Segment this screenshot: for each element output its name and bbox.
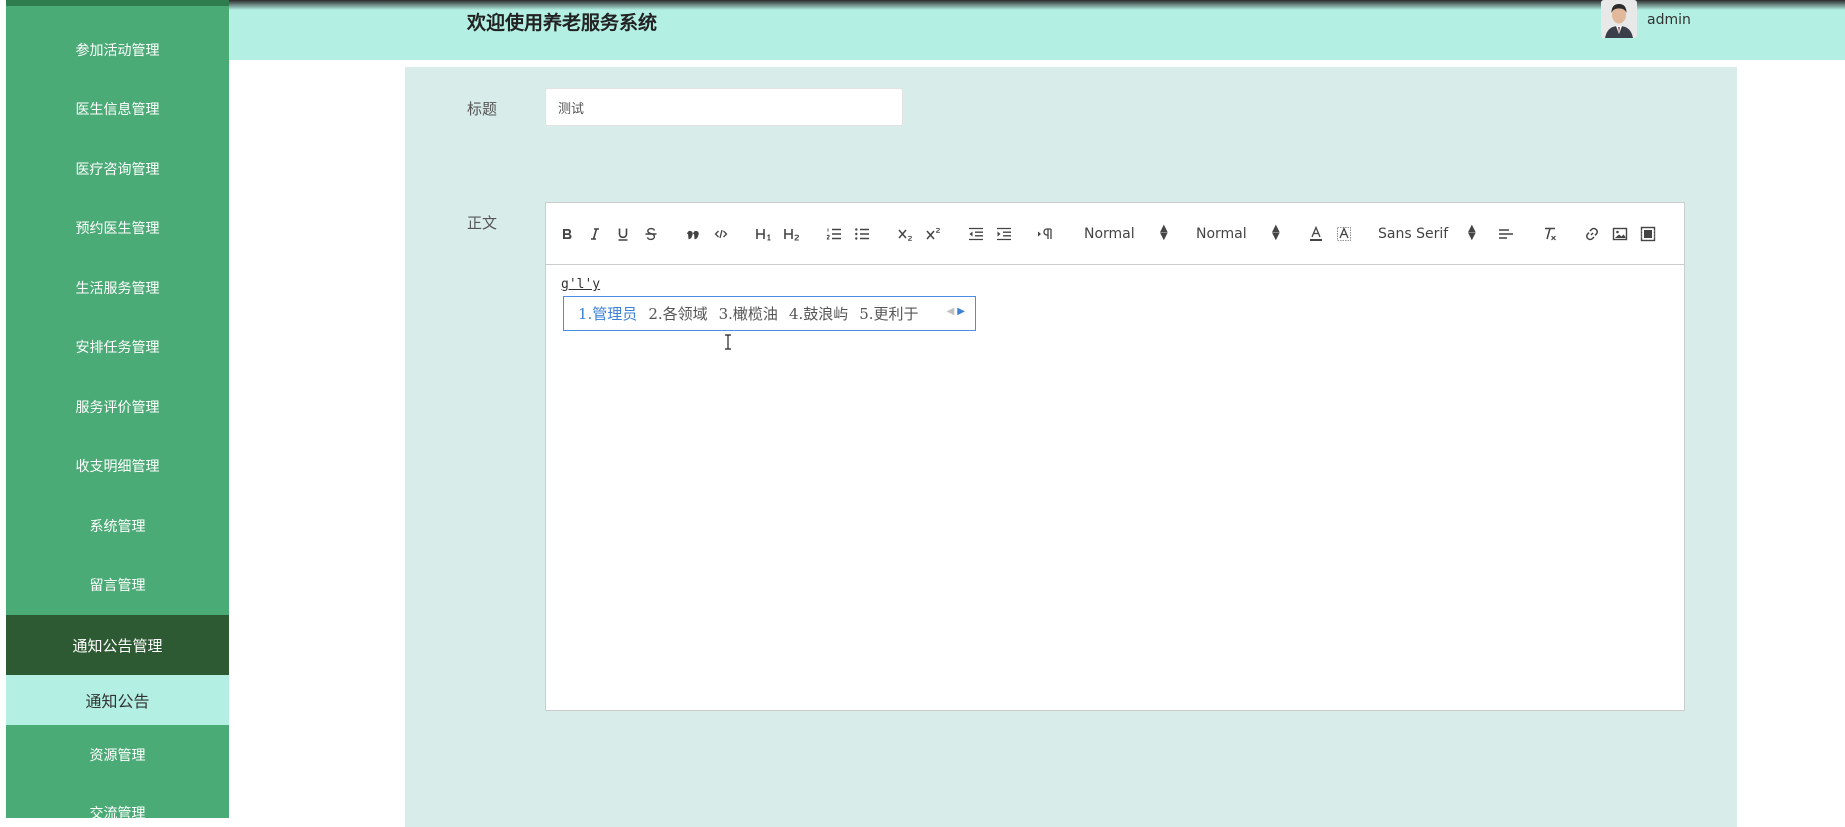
content-field-label: 正文 [467,214,498,232]
underline-icon[interactable] [614,222,632,246]
subscript-icon[interactable] [896,222,916,246]
sidebar-item-label: 资源管理 [89,748,146,764]
ime-candidate[interactable]: 5.更利于 [859,303,918,324]
header-picker[interactable]: Normal ▲ ▼ [1084,222,1174,246]
sidebar-item-service-review[interactable]: 服务评价管理 [6,382,229,432]
h1-icon[interactable] [754,222,774,246]
sidebar-item-doctor-info[interactable]: 医生信息管理 [6,84,229,134]
sidebar-item-doctor-appointment[interactable]: 预约医生管理 [6,203,229,253]
sidebar-item-label: 系统管理 [89,519,146,535]
sidebar-item-label: 交流管理 [89,806,146,818]
sidebar-item-label: 安排任务管理 [75,340,160,356]
indent-icon[interactable] [994,222,1014,246]
clean-format-icon[interactable] [1540,222,1560,246]
background-color-icon[interactable] [1334,222,1354,246]
chevron-updown-icon: ▲ ▼ [1468,223,1476,242]
ime-page-nav: ◀ ▶ [947,306,965,317]
sidebar-item-resources[interactable]: 资源管理 [6,730,229,780]
chevron-updown-icon: ▲ ▼ [1160,223,1168,242]
sidebar: 参加活动管理 医生信息管理 医疗咨询管理 预约医生管理 生活服务管理 安排任务管… [6,0,229,818]
chevron-updown-icon: ▲ ▼ [1272,223,1280,242]
text-color-icon[interactable] [1306,222,1326,246]
username[interactable]: admin [1647,12,1691,28]
sidebar-item-life-service[interactable]: 生活服务管理 [6,263,229,313]
blockquote-icon[interactable] [684,222,702,246]
title-input[interactable] [545,88,903,126]
sidebar-item-label: 服务评价管理 [75,400,160,416]
ime-prev-icon[interactable]: ◀ [947,306,955,317]
sidebar-item-label: 通知公告管理 [72,636,163,655]
top-header: 欢迎使用养老服务系统 admin [229,0,1845,60]
sidebar-subitem-notice[interactable]: 通知公告 [6,675,229,725]
page-title: 欢迎使用养老服务系统 [467,12,658,34]
superscript-icon[interactable] [924,222,944,246]
header-picker-value: Normal [1084,226,1135,242]
outdent-icon[interactable] [966,222,986,246]
editor-content-text[interactable]: g'l'y [561,277,600,292]
link-icon[interactable] [1582,222,1602,246]
bullet-list-icon[interactable] [852,222,872,246]
user-avatar-icon [1601,0,1637,38]
bold-icon[interactable] [558,222,576,246]
sidebar-item-label: 留言管理 [89,578,146,594]
title-field-label: 标题 [467,100,498,118]
sidebar-item-label: 医疗咨询管理 [75,162,160,178]
code-block-icon[interactable] [712,222,730,246]
sidebar-item-system[interactable]: 系统管理 [6,501,229,551]
ime-candidate[interactable]: 2.各领域 [648,303,707,324]
image-icon[interactable] [1610,222,1630,246]
text-cursor-icon [725,334,731,350]
sidebar-item-task-arrangement[interactable]: 安排任务管理 [6,322,229,372]
sidebar-item-label: 预约医生管理 [75,221,160,237]
ime-candidate[interactable]: 4.鼓浪屿 [789,303,848,324]
ordered-list-icon[interactable] [824,222,844,246]
sidebar-item-medical-consult[interactable]: 医疗咨询管理 [6,144,229,194]
size-picker[interactable]: Normal ▲ ▼ [1196,222,1286,246]
align-icon[interactable] [1496,222,1516,246]
sidebar-top-edge [6,0,229,6]
sidebar-item-label: 生活服务管理 [75,281,160,297]
size-picker-value: Normal [1196,226,1247,242]
ime-candidate[interactable]: 1.管理员 [578,303,637,324]
video-icon[interactable] [1638,222,1658,246]
italic-icon[interactable] [586,222,604,246]
ime-next-icon[interactable]: ▶ [957,306,965,317]
sidebar-item-label: 收支明细管理 [75,459,160,475]
ime-candidate-window: 1.管理员 2.各领域 3.橄榄油 4.鼓浪屿 5.更利于 ◀ ▶ [563,296,976,331]
ime-candidate[interactable]: 3.橄榄油 [719,303,778,324]
h2-icon[interactable] [782,222,802,246]
avatar[interactable] [1601,0,1637,38]
rich-text-editor: Normal ▲ ▼ Normal ▲ ▼ Sans Serif ▲ ▼ g'l… [545,202,1685,711]
sidebar-item-income-expense[interactable]: 收支明细管理 [6,441,229,491]
strike-icon[interactable] [642,222,660,246]
font-picker[interactable]: Sans Serif ▲ ▼ [1378,222,1478,246]
editor-toolbar: Normal ▲ ▼ Normal ▲ ▼ Sans Serif ▲ ▼ [546,203,1684,265]
sidebar-item-messages[interactable]: 留言管理 [6,560,229,610]
font-picker-value: Sans Serif [1378,226,1449,242]
sidebar-item-label: 医生信息管理 [75,102,160,118]
sidebar-item-activity-participation[interactable]: 参加活动管理 [6,25,229,75]
sidebar-item-notice-management[interactable]: 通知公告管理 [6,615,229,675]
sidebar-item-label: 参加活动管理 [75,43,160,59]
sidebar-item-label: 通知公告 [85,692,150,711]
rtl-direction-icon[interactable] [1036,222,1056,246]
sidebar-item-exchange[interactable]: 交流管理 [6,788,229,818]
